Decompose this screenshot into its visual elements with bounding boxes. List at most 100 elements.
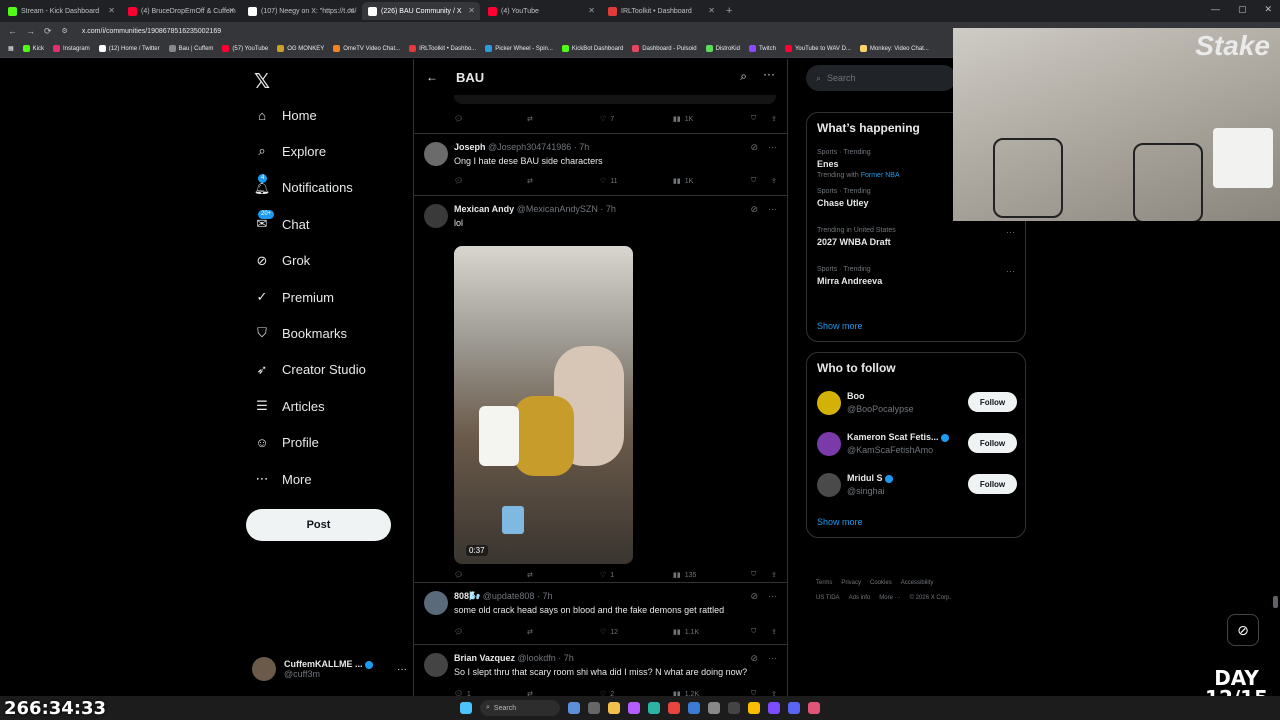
views-button[interactable]: ▮▮ 1.1K [673, 628, 751, 637]
search-icon[interactable]: ⌕ [740, 69, 747, 84]
nav-item-notifications[interactable]: 🔔︎ 4 Notifications [254, 173, 353, 200]
back-icon[interactable]: ← [8, 26, 17, 37]
app-icon[interactable] [788, 702, 800, 714]
browser-tab[interactable]: Stream - Kick Dashboard ✕ [2, 2, 120, 20]
close-icon[interactable]: ✕ [348, 6, 355, 15]
more-dots-icon[interactable]: ··· [768, 591, 777, 602]
bookmark-button[interactable]: ⛉ [751, 115, 771, 123]
show-more-link[interactable]: Show more [817, 321, 863, 331]
bookmark-button[interactable]: ⛉ [751, 628, 771, 636]
follow-button[interactable]: Follow [968, 474, 1017, 494]
repost-button[interactable]: ⇄ [527, 571, 600, 579]
tweet-media[interactable] [454, 95, 776, 104]
follow-button[interactable]: Follow [968, 392, 1017, 412]
browser-tab[interactable]: IRLToolkit • Dashboard ✕ [602, 2, 720, 20]
browser-tab[interactable]: (226) BAU Community / X ✕ [362, 2, 480, 20]
tweet[interactable]: 💬︎ ⇄ ♡ 7 ▮▮ 1K ⛉ ⇪ [414, 95, 787, 134]
trend-item[interactable]: Sports · Trending Mirra Andreeva ··· [817, 266, 1017, 286]
tweet-video[interactable]: 0:37 [454, 246, 633, 564]
reload-icon[interactable]: ⟳ [44, 26, 52, 37]
author-handle[interactable]: @update808 [483, 591, 535, 601]
obs-icon[interactable] [728, 702, 740, 714]
store-icon[interactable] [688, 702, 700, 714]
new-tab-icon[interactable]: + [726, 5, 732, 17]
more-dots-icon[interactable]: ··· [1006, 266, 1015, 276]
footer-link[interactable]: © 2026 X Corp. [910, 595, 951, 601]
grok-icon[interactable]: ⊘ [750, 653, 758, 664]
copilot-icon[interactable] [628, 702, 640, 714]
footer-link[interactable]: Ads info [849, 595, 871, 601]
close-icon[interactable]: ✕ [1264, 4, 1272, 15]
more-dots-icon[interactable]: ··· [768, 204, 777, 215]
nav-item-explore[interactable]: ⌕ Explore [254, 139, 326, 163]
follow-suggestion[interactable]: Boo @BooPocalypse Follow [817, 389, 1017, 419]
maximize-icon[interactable]: ▢ [1238, 4, 1247, 15]
more-dots-icon[interactable]: ··· [768, 653, 777, 664]
avatar[interactable] [817, 473, 841, 497]
site-info-icon[interactable]: ⚙ [62, 27, 68, 35]
bookmark-item[interactable]: KickBot Dashboard [561, 45, 623, 52]
tweet[interactable]: Mexican Andy @MexicanAndySZN · 7h ⊘ ··· lol… [414, 196, 787, 583]
like-button[interactable]: ♡ 11 [600, 177, 673, 186]
follow-suggestion[interactable]: Mridul S @singhai Follow [817, 471, 1017, 501]
nav-item-more[interactable]: ⋯ More [254, 467, 312, 491]
follow-suggestion[interactable]: Kameron Scat Fetis... @KamScaFetishAmo Fol… [817, 430, 1017, 460]
follow-button[interactable]: Follow [968, 433, 1017, 453]
nav-item-profile[interactable]: ☺ Profile [254, 431, 319, 455]
author-name[interactable]: Brian Vazquez [454, 653, 515, 663]
views-button[interactable]: ▮▮ 1K [673, 115, 751, 124]
nav-item-bookmarks[interactable]: ⛉ Bookmarks [254, 321, 347, 345]
repost-button[interactable]: ⇄ [527, 628, 600, 636]
tweet[interactable]: 808🌬️ @update808 · 7h ⊘ ··· some old crack … [414, 583, 787, 645]
x-logo-icon[interactable]: 𝕏 [254, 69, 270, 94]
bookmark-item[interactable]: Instagram [53, 45, 90, 52]
scrollbar[interactable] [1273, 596, 1278, 608]
browser-tab[interactable]: (4) BruceDropEmOff & Cuffem ✕ [122, 2, 240, 20]
views-button[interactable]: ▮▮ 135 [673, 571, 751, 580]
app-icon[interactable] [768, 702, 780, 714]
windows-start-icon[interactable] [460, 702, 472, 714]
repost-button[interactable]: ⇄ [527, 115, 600, 123]
bookmark-item[interactable]: (57) YouTube [222, 45, 268, 52]
close-icon[interactable]: ✕ [108, 6, 115, 15]
bookmark-item[interactable]: (12) Home / Twitter [98, 45, 160, 52]
trend-link[interactable]: Former NBA [861, 172, 900, 179]
show-more-link[interactable]: Show more [817, 517, 863, 527]
share-button[interactable]: ⇪ [771, 628, 777, 636]
post-button[interactable]: Post [246, 509, 391, 541]
author-handle[interactable]: @MexicanAndySZN [517, 204, 598, 214]
more-dots-icon[interactable]: ··· [768, 142, 777, 153]
minimize-icon[interactable]: — [1211, 4, 1220, 15]
bookmark-item[interactable]: Twitch [748, 45, 776, 52]
close-icon[interactable]: ✕ [468, 6, 475, 15]
chrome-icon[interactable] [748, 702, 760, 714]
bookmark-button[interactable]: ⛉ [751, 177, 771, 185]
like-button[interactable]: ♡ 7 [600, 115, 673, 124]
explorer-icon[interactable] [608, 702, 620, 714]
nav-item-creator-studio[interactable]: ➶ Creator Studio [254, 358, 366, 382]
bookmark-item[interactable]: Dashboard - Pulsoid [632, 45, 697, 52]
weather-icon[interactable] [568, 702, 580, 714]
footer-link[interactable]: Privacy [841, 580, 861, 586]
avatar[interactable] [424, 653, 448, 677]
tweet[interactable]: Joseph @Joseph304741986 · 7h ⊘ ··· Ong I ha… [414, 134, 787, 196]
reply-button[interactable]: 💬︎ [454, 571, 527, 579]
views-button[interactable]: ▮▮ 1K [673, 177, 751, 186]
footer-link[interactable]: Cookies [870, 580, 892, 586]
bookmark-item[interactable]: OmeTV Video Chat... [333, 45, 400, 52]
grok-icon[interactable]: ⊘ [750, 591, 758, 602]
footer-link[interactable]: Terms [816, 580, 832, 586]
close-icon[interactable]: ✕ [708, 6, 715, 15]
share-button[interactable]: ⇪ [771, 115, 777, 123]
grok-icon[interactable]: ⊘ [750, 204, 758, 215]
url-field[interactable]: x.com/i/communities/1908678516235002169 [82, 28, 221, 35]
browser-tab[interactable]: (4) YouTube ✕ [482, 2, 600, 20]
apps-icon[interactable]: ▦ [8, 45, 14, 52]
taskbar-search[interactable]: ⌕ Search [480, 700, 560, 716]
app-icon[interactable] [808, 702, 820, 714]
author-name[interactable]: Joseph [454, 142, 486, 152]
nav-item-chat[interactable]: ✉ 20+ Chat [254, 210, 309, 236]
like-button[interactable]: ♡ 1 [600, 571, 673, 580]
bookmark-item[interactable]: Monkey: Video Chat... [859, 45, 929, 52]
nav-item-grok[interactable]: ⊘ Grok [254, 249, 311, 273]
